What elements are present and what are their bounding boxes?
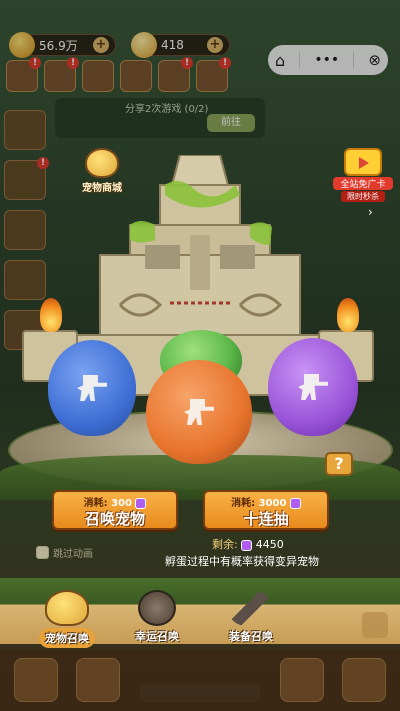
nav-icon[interactable] [342,658,386,702]
right-torch-flame [337,298,359,332]
left-torch-flame [40,298,62,332]
skip-checkbox[interactable] [36,546,49,559]
weapons-icon [229,590,273,626]
summon-ten-button[interactable]: 消耗: 3000 十连抽 [203,490,329,530]
nav-icon[interactable] [76,658,120,702]
dino-emblem-icon [184,399,214,425]
gem-icon [289,497,301,509]
purple-egg[interactable] [268,338,358,436]
nav-icon[interactable] [14,658,58,702]
nav-icon[interactable] [280,658,324,702]
blue-egg[interactable] [48,340,136,436]
golden-egg-icon [45,590,89,626]
level-bar [140,684,260,702]
ten-summon-label: 十连抽 [243,510,289,528]
single-summon-label: 召唤宠物 [84,510,145,528]
chevron-right-icon[interactable]: › [368,205,373,219]
skip-animation-toggle[interactable]: 跳过动画 [36,545,93,560]
wheel-icon [138,590,176,626]
mutation-tip: 孵蛋过程中有概率获得变异宠物 [165,555,319,568]
tab-lucky-summon[interactable]: 幸运召唤 [112,590,202,644]
summon-single-button[interactable]: 消耗: 300 召唤宠物 [52,490,178,530]
tab-pet-summon[interactable]: 宠物召唤 [22,590,112,648]
orange-egg[interactable] [146,360,252,464]
equipment-slot-icon[interactable] [362,612,388,638]
help-question-button[interactable]: ? [325,452,353,476]
gem-icon [241,539,253,551]
tab-equipment-summon[interactable]: 装备召唤 [206,590,296,644]
dino-emblem-icon [298,374,328,400]
remaining-gems: 剩余: 4450 [212,538,284,551]
dino-emblem-icon [77,375,107,401]
gem-icon [135,497,147,509]
ten-cost: 消耗: 3000 [205,494,327,509]
single-cost: 消耗: 300 [54,494,176,509]
